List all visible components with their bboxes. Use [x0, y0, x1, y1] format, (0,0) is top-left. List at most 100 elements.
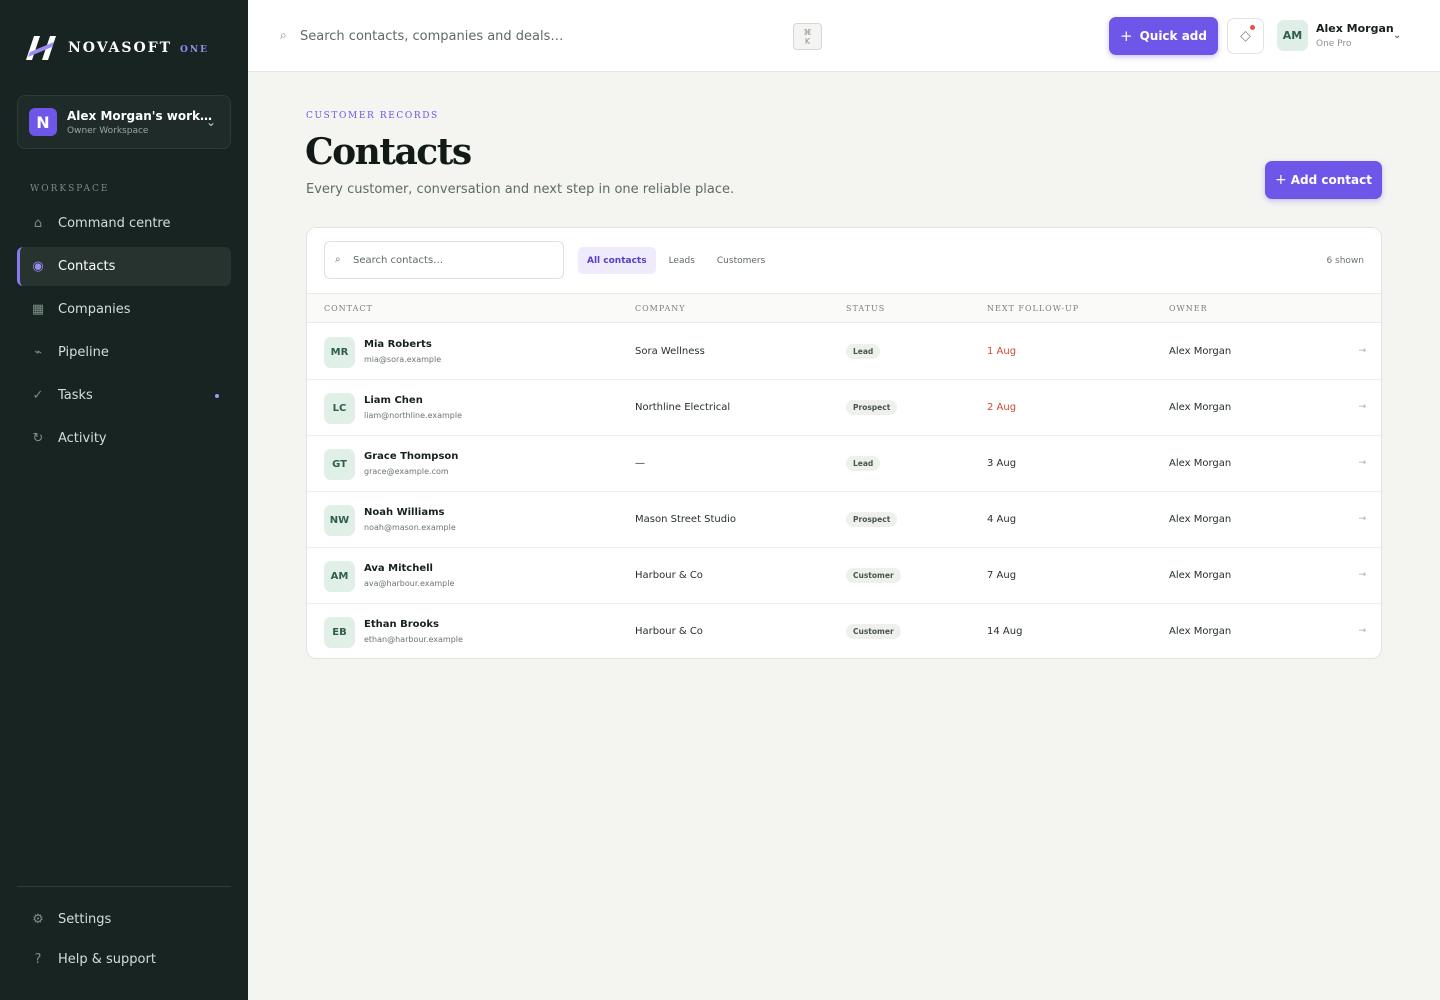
brand-name: NOVASOFT: [68, 40, 173, 56]
contact-name[interactable]: Noah Williams: [364, 507, 444, 518]
contact-avatar: AM: [324, 561, 355, 592]
follow-up-date: 7 Aug: [987, 570, 1017, 581]
arrow-right-icon[interactable]: →: [1358, 346, 1366, 356]
status-badge: Customer: [846, 624, 901, 639]
sidebar-item-tasks[interactable]: ✓ Tasks: [17, 376, 231, 415]
activity-icon: ↻: [32, 431, 44, 446]
follow-up-date: 1 Aug: [987, 346, 1017, 357]
sidebar-item-activity[interactable]: ↻ Activity: [17, 419, 231, 458]
search-icon: ⌕: [335, 254, 341, 265]
gear-icon: ⚙: [32, 911, 44, 927]
contact-avatar: NW: [324, 505, 355, 536]
contact-name[interactable]: Ethan Brooks: [364, 619, 439, 630]
sidebar-item-label: Tasks: [58, 388, 93, 403]
chevron-down-icon[interactable]: ⌄: [1393, 30, 1401, 41]
arrow-right-icon[interactable]: →: [1358, 402, 1366, 412]
bell-icon: ◇: [1240, 28, 1251, 44]
sidebar-item-label: Pipeline: [58, 345, 109, 360]
contact-email: ava@harbour.example: [364, 579, 455, 588]
user-name[interactable]: Alex Morgan: [1316, 22, 1394, 35]
arrow-right-icon[interactable]: →: [1358, 626, 1366, 636]
sidebar-item-settings[interactable]: ⚙ Settings: [17, 901, 231, 937]
contact-owner: Alex Morgan: [1169, 514, 1232, 525]
logo-mark-icon: [26, 36, 56, 60]
arrow-right-icon[interactable]: →: [1358, 570, 1366, 580]
contact-name[interactable]: Liam Chen: [364, 395, 423, 406]
column-header-contact[interactable]: CONTACT: [324, 304, 373, 313]
follow-up-date: 3 Aug: [987, 458, 1017, 469]
quick-add-label: Quick add: [1139, 29, 1207, 43]
brand-logo[interactable]: NOVASOFT ONE: [24, 34, 209, 62]
sidebar-item-command-centre[interactable]: ⌂ Command centre: [17, 204, 231, 243]
home-icon: ⌂: [33, 216, 43, 231]
notification-dot: [1250, 25, 1255, 30]
contact-name[interactable]: Ava Mitchell: [364, 563, 433, 574]
contact-email: ethan@harbour.example: [364, 635, 463, 644]
contacts-icon: ◉: [32, 259, 44, 274]
check-icon: ✓: [32, 388, 44, 403]
sidebar-nav: ⌂ Command centre ◉ Contacts ▦ Companies …: [17, 204, 231, 462]
table-header: CONTACT COMPANY STATUS NEXT FOLLOW-UP OW…: [307, 293, 1381, 323]
quick-add-button[interactable]: + Quick add: [1109, 17, 1218, 55]
contact-avatar: MR: [324, 337, 355, 368]
sidebar-item-pipeline[interactable]: ⌁ Pipeline: [17, 333, 231, 372]
tab-leads[interactable]: Leads: [660, 247, 704, 274]
status-badge: Lead: [846, 456, 881, 471]
sidebar: NOVASOFT ONE N Alex Morgan's work… Owner…: [0, 0, 248, 1000]
column-header-status[interactable]: STATUS: [846, 304, 885, 313]
global-search-input[interactable]: [300, 24, 780, 48]
sidebar-item-companies[interactable]: ▦ Companies: [17, 290, 231, 329]
arrow-right-icon[interactable]: →: [1358, 514, 1366, 524]
table-row[interactable]: LC Liam Chen liam@northline.example Northli…: [307, 380, 1381, 436]
workspace-switcher[interactable]: N Alex Morgan's work… Owner Workspace ⌄: [17, 95, 231, 149]
follow-up-date: 2 Aug: [987, 402, 1017, 413]
contact-owner: Alex Morgan: [1169, 570, 1232, 581]
notifications-button[interactable]: ◇: [1227, 18, 1264, 54]
add-contact-button[interactable]: + Add contact: [1265, 161, 1382, 199]
sidebar-item-label: Settings: [58, 911, 112, 927]
sidebar-item-contacts[interactable]: ◉ Contacts: [17, 247, 231, 286]
table-row[interactable]: GT Grace Thompson grace@example.com — Lead 3 …: [307, 436, 1381, 492]
column-header-owner[interactable]: OWNER: [1169, 304, 1208, 313]
results-count: 6 shown: [1326, 256, 1364, 266]
contact-owner: Alex Morgan: [1169, 402, 1232, 413]
sidebar-item-label: Companies: [58, 302, 131, 317]
column-header-follow-up[interactable]: NEXT FOLLOW-UP: [987, 304, 1079, 313]
user-plan: One Pro: [1316, 39, 1352, 49]
contact-name[interactable]: Grace Thompson: [364, 451, 458, 462]
nav-section-label: WORKSPACE: [30, 184, 110, 194]
page-title: Contacts: [305, 131, 472, 173]
sidebar-bottom-nav: ⚙ Settings ? Help & support: [17, 901, 231, 981]
table-row[interactable]: EB Ethan Brooks ethan@harbour.example Harbo…: [307, 604, 1381, 658]
contact-avatar: EB: [324, 617, 355, 648]
contact-company: —: [635, 458, 645, 469]
table-row[interactable]: NW Noah Williams noah@mason.example Mason S…: [307, 492, 1381, 548]
tab-all-contacts[interactable]: All contacts: [578, 247, 656, 274]
user-avatar[interactable]: AM: [1277, 20, 1308, 51]
status-badge: Customer: [846, 568, 901, 583]
workspace-avatar: N: [29, 108, 57, 136]
contact-owner: Alex Morgan: [1169, 346, 1232, 357]
contacts-search-input[interactable]: [353, 252, 553, 268]
contacts-search[interactable]: ⌕: [324, 241, 564, 279]
page-eyebrow: CUSTOMER RECORDS: [306, 111, 439, 121]
sidebar-item-help[interactable]: ? Help & support: [17, 941, 231, 977]
contact-owner: Alex Morgan: [1169, 626, 1232, 637]
workspace-name: Alex Morgan's work…: [67, 108, 213, 123]
column-header-company[interactable]: COMPANY: [635, 304, 686, 313]
tab-customers[interactable]: Customers: [708, 247, 774, 274]
arrow-right-icon[interactable]: →: [1358, 458, 1366, 468]
status-badge: Prospect: [846, 512, 898, 527]
contact-company: Northline Electrical: [635, 402, 731, 413]
sidebar-item-label: Help & support: [58, 951, 156, 967]
follow-up-date: 4 Aug: [987, 514, 1017, 525]
table-row[interactable]: MR Mia Roberts mia@sora.example Sora Wellne…: [307, 324, 1381, 380]
search-icon: ⌕: [280, 28, 287, 42]
contact-name[interactable]: Mia Roberts: [364, 339, 432, 350]
plus-icon: +: [1120, 27, 1133, 45]
help-icon: ?: [34, 951, 42, 967]
contact-company: Harbour & Co: [635, 626, 703, 637]
contacts-table-card: ⌕ All contacts Leads Customers 6 shown C…: [306, 227, 1382, 659]
table-row[interactable]: AM Ava Mitchell ava@harbour.example Harbour…: [307, 548, 1381, 604]
status-badge: Lead: [846, 344, 881, 359]
